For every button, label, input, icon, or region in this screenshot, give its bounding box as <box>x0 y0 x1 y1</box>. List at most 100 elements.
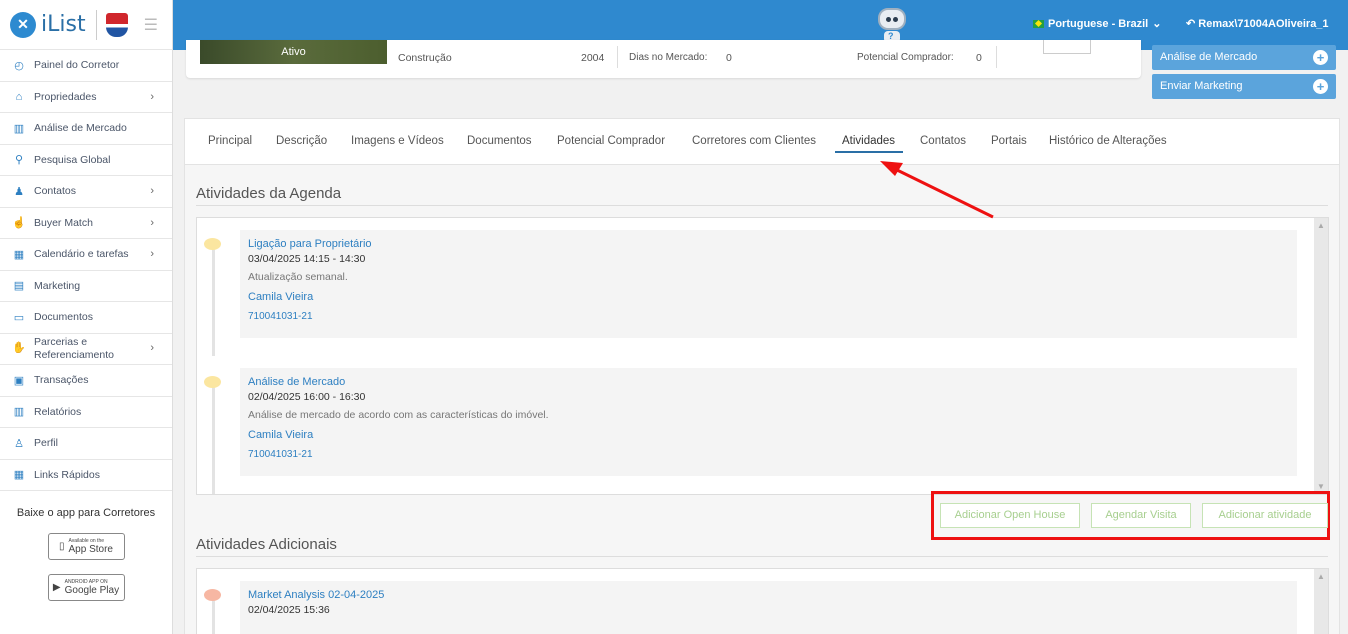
scrollbar[interactable]: ▲ <box>1314 569 1328 634</box>
sidebar-item[interactable]: ▥ Análise de Mercado <box>0 113 172 145</box>
property-thumbnail[interactable]: Ativo <box>200 40 387 64</box>
add-open-house-button[interactable]: Adicionar Open House <box>940 503 1080 528</box>
tab[interactable]: Potencial Comprador <box>557 135 665 147</box>
activity-title-link[interactable]: Análise de Mercado <box>248 376 1297 388</box>
chevron-right-icon: › <box>150 185 154 198</box>
activity-date: 02/04/2025 16:00 - 16:30 <box>248 391 366 403</box>
sidebar-item-label: Análise de Mercado <box>34 122 127 135</box>
app-logo-text[interactable]: iList <box>41 12 86 37</box>
plus-icon: + <box>1313 50 1328 65</box>
tab[interactable]: Atividades <box>834 135 904 153</box>
google-play-button[interactable]: ▶ ANDROID APP ON Google Play <box>47 574 125 601</box>
sidebar-item-label: Parcerias e Referenciamento <box>34 335 114 361</box>
potential-buyer-value: 0 <box>976 52 982 64</box>
sidebar-item[interactable]: ✋ Parcerias e Referenciamento › <box>0 334 172 365</box>
section-divider <box>196 205 1328 206</box>
add-activity-button[interactable]: Adicionar atividade <box>1202 503 1328 528</box>
activity-card: Market Analysis 02-04-2025 02/04/2025 15:… <box>240 581 1297 634</box>
app-store-button[interactable]: ▯ Available on the App Store <box>47 533 125 560</box>
activity-reference-link[interactable]: 710041031-21 <box>248 311 1297 322</box>
tab[interactable]: Principal <box>208 135 252 147</box>
sidebar-item[interactable]: ⌂ Propriedades › <box>0 82 172 113</box>
sidebar-item-label: Documentos <box>34 311 93 324</box>
activity-title-link[interactable]: Ligação para Proprietário <box>248 238 1297 250</box>
sidebar-item[interactable]: ▦ Links Rápidos <box>0 460 172 491</box>
activity-date: 03/04/2025 14:15 - 14:30 <box>248 253 366 265</box>
sidebar-item-label: Pesquisa Global <box>34 153 111 166</box>
agenda-activities-list[interactable]: Ligação para Proprietário 03/04/2025 14:1… <box>196 217 1329 495</box>
app-download-title: Baixe o app para Corretores <box>16 507 156 519</box>
briefcase-icon: ▣ <box>13 374 25 387</box>
activity-agent-link[interactable]: Camila Vieira <box>248 429 1297 441</box>
tab[interactable]: Imagens e Vídeos <box>351 135 444 147</box>
timeline-line <box>212 384 215 494</box>
scroll-down-icon[interactable]: ▼ <box>1317 482 1325 491</box>
timeline-line <box>212 597 215 634</box>
sidebar-item[interactable]: ☝ Buyer Match › <box>0 208 172 239</box>
language-label: Portuguese - Brazil <box>1048 17 1149 30</box>
user-account-menu[interactable]: ↶ Remax\71004AOliveira_1 <box>1186 17 1329 30</box>
market-analysis-button[interactable]: Análise de Mercado + <box>1152 45 1336 70</box>
sidebar-menu: ◴ Painel do Corretor ⌂ Propriedades › ▥ Anális… <box>0 50 172 491</box>
activity-item: Market Analysis 02-04-2025 02/04/2025 15:… <box>203 581 1310 634</box>
folder-icon: ▭ <box>13 311 25 324</box>
handshake-icon: ✋ <box>12 342 26 355</box>
sidebar-item[interactable]: ▭ Documentos <box>0 302 172 334</box>
chevron-down-icon: ⌄ <box>1152 18 1162 30</box>
tab[interactable]: Documentos <box>467 135 532 147</box>
property-tabs: Principal Descrição Imagens e Vídeos Docume… <box>185 119 1339 165</box>
tab[interactable]: Descrição <box>276 135 327 147</box>
property-action-box[interactable] <box>1043 40 1091 54</box>
google-play-label: Google Play <box>64 585 120 596</box>
tab[interactable]: Histórico de Alterações <box>1049 135 1167 147</box>
logo-bar: ✕ iList ☰ <box>0 0 172 50</box>
sidebar-item[interactable]: ▦ Calendário e tarefas › <box>0 239 172 271</box>
activity-title-link[interactable]: Market Analysis 02-04-2025 <box>248 589 1297 601</box>
sidebar: ✕ iList ☰ ◴ Painel do Corretor ⌂ Propriedad… <box>0 0 173 634</box>
ilist-logo-icon[interactable]: ✕ <box>10 11 36 38</box>
sidebar-item[interactable]: ♟ Contatos › <box>0 176 172 208</box>
tab[interactable]: Corretores com Clientes <box>692 135 816 147</box>
sidebar-item[interactable]: ▣ Transações <box>0 365 172 397</box>
stat-divider <box>617 46 618 68</box>
app-store-label: App Store <box>68 544 113 555</box>
construction-label: Construção <box>398 52 452 64</box>
timeline-dot <box>204 376 221 388</box>
switch-account-icon: ↶ <box>1186 18 1196 30</box>
sidebar-item[interactable]: ♙ Perfil <box>0 428 172 460</box>
property-detail-panel: Principal Descrição Imagens e Vídeos Docume… <box>184 118 1340 634</box>
activity-agent-link[interactable]: Camila Vieira <box>248 291 1297 303</box>
sidebar-item[interactable]: ▥ Relatórios <box>0 397 172 428</box>
hamburger-menu-icon[interactable]: ☰ <box>144 15 158 35</box>
sidebar-item[interactable]: ⚲ Pesquisa Global <box>0 145 172 176</box>
sidebar-item[interactable]: ▤ Marketing <box>0 271 172 302</box>
logo-divider <box>95 9 97 40</box>
sidebar-item-label: Calendário e tarefas <box>34 248 129 261</box>
days-on-market-label: Dias no Mercado: <box>629 52 708 63</box>
schedule-visit-button[interactable]: Agendar Visita <box>1091 503 1191 528</box>
bar-chart-icon: ▥ <box>13 122 25 135</box>
additional-section-title: Atividades Adicionais <box>196 536 337 553</box>
user-icon: ♙ <box>14 437 24 450</box>
search-icon: ⚲ <box>14 154 24 167</box>
section-divider <box>196 556 1328 557</box>
language-selector[interactable]: Portuguese - Brazil ⌄ <box>1033 17 1161 30</box>
send-marketing-button[interactable]: Enviar Marketing + <box>1152 74 1336 99</box>
assistant-robot-icon[interactable] <box>877 8 907 43</box>
scroll-up-icon[interactable]: ▲ <box>1317 221 1325 230</box>
scrollbar[interactable]: ▲ ▼ <box>1314 218 1328 494</box>
sidebar-item-label: Perfil <box>34 437 58 450</box>
scroll-up-icon[interactable]: ▲ <box>1317 572 1325 581</box>
additional-activities-list[interactable]: Market Analysis 02-04-2025 02/04/2025 15:… <box>196 568 1329 634</box>
tab[interactable]: Contatos <box>920 135 966 147</box>
activity-reference-link[interactable]: 710041031-21 <box>248 449 1297 460</box>
sidebar-item-label: Links Rápidos <box>34 468 100 481</box>
sidebar-item[interactable]: ◴ Painel do Corretor <box>0 50 172 82</box>
agenda-section-title: Atividades da Agenda <box>196 185 342 202</box>
sidebar-item-label: Marketing <box>34 279 81 292</box>
sidebar-item-label: Relatórios <box>34 405 82 418</box>
user-name: Remax\71004AOliveira_1 <box>1198 18 1329 30</box>
contacts-icon: ♟ <box>14 185 24 198</box>
chevron-right-icon: › <box>150 216 154 229</box>
tab[interactable]: Portais <box>991 135 1027 147</box>
